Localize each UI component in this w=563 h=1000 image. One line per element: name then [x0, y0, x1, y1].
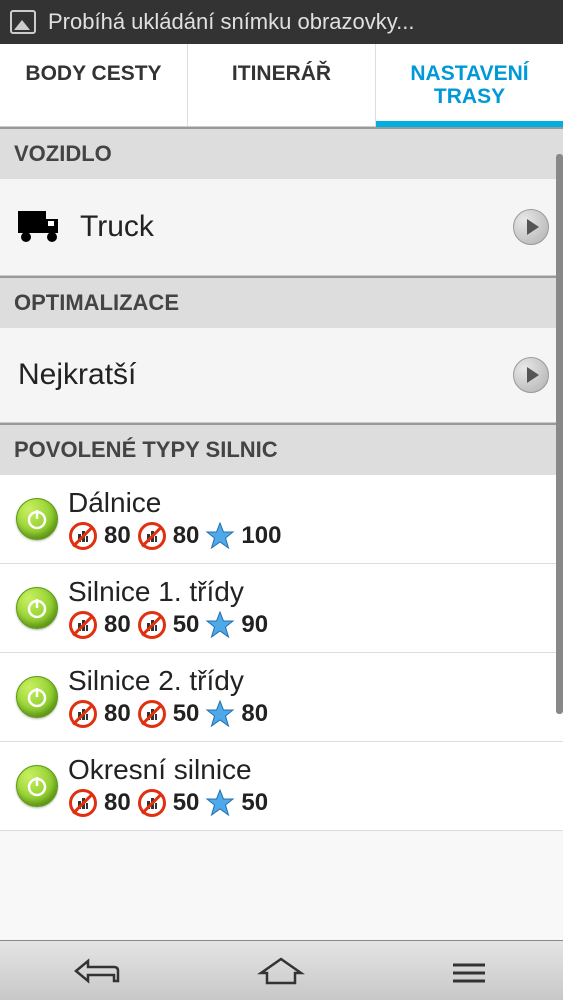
road-item-okresni[interactable]: Okresní silnice 80 50 50 — [0, 742, 563, 831]
road-name: Silnice 1. třídy — [68, 576, 545, 608]
optimization-value: Nejkratší — [18, 358, 136, 392]
road-name: Okresní silnice — [68, 754, 545, 786]
stat-star: 90 — [241, 611, 268, 639]
power-toggle-icon[interactable] — [16, 587, 58, 629]
road-name: Dálnice — [68, 487, 545, 519]
picture-icon — [10, 10, 36, 34]
road-info: Dálnice 80 80 100 — [68, 487, 545, 551]
stat-v2: 80 — [173, 522, 200, 550]
stat-v1: 80 — [104, 700, 131, 728]
stat-v1: 80 — [104, 789, 131, 817]
road-stats: 80 50 50 — [68, 788, 545, 818]
stat-v2: 50 — [173, 611, 200, 639]
back-button[interactable] — [59, 951, 129, 991]
vehicle-row[interactable]: Truck — [0, 179, 563, 276]
stat-v2: 50 — [173, 789, 200, 817]
power-toggle-icon[interactable] — [16, 676, 58, 718]
optimization-row[interactable]: Nejkratší — [0, 328, 563, 423]
menu-button[interactable] — [434, 951, 504, 991]
star-icon — [205, 699, 235, 729]
play-icon[interactable] — [513, 357, 549, 393]
stat-v1: 80 — [104, 522, 131, 550]
play-icon[interactable] — [513, 209, 549, 245]
tab-label: BODY CESTY — [25, 62, 161, 85]
road-item-silnice2[interactable]: Silnice 2. třídy 80 50 80 — [0, 653, 563, 742]
stat-star: 100 — [241, 522, 281, 550]
tab-nastaveni-trasy[interactable]: NASTAVENÍ TRASY — [375, 44, 563, 126]
stat-star: 50 — [241, 789, 268, 817]
nav-bar — [0, 940, 563, 1000]
stat-star: 80 — [241, 700, 268, 728]
road-item-dalnice[interactable]: Dálnice 80 80 100 — [0, 475, 563, 564]
power-toggle-icon[interactable] — [16, 498, 58, 540]
road-stats: 80 50 80 — [68, 699, 545, 729]
status-bar: Probíhá ukládání snímku obrazovky... — [0, 0, 563, 44]
content-area: BODY CESTY ITINERÁŘ NASTAVENÍ TRASY VOZI… — [0, 44, 563, 940]
prohibit-city-icon — [68, 788, 98, 818]
road-info: Okresní silnice 80 50 50 — [68, 754, 545, 818]
section-header-roadtypes: POVOLENÉ TYPY SILNIC — [0, 423, 563, 475]
prohibit-city-icon — [137, 788, 167, 818]
truck-icon — [18, 209, 62, 245]
road-stats: 80 80 100 — [68, 521, 545, 551]
stat-v1: 80 — [104, 611, 131, 639]
road-info: Silnice 2. třídy 80 50 80 — [68, 665, 545, 729]
vehicle-value: Truck — [80, 210, 154, 244]
power-toggle-icon[interactable] — [16, 765, 58, 807]
road-stats: 80 50 90 — [68, 610, 545, 640]
road-info: Silnice 1. třídy 80 50 90 — [68, 576, 545, 640]
home-button[interactable] — [246, 951, 316, 991]
section-header-vehicle: VOZIDLO — [0, 127, 563, 179]
tab-itinerar[interactable]: ITINERÁŘ — [187, 44, 375, 126]
prohibit-city-icon — [137, 521, 167, 551]
status-text: Probíhá ukládání snímku obrazovky... — [48, 9, 414, 35]
road-name: Silnice 2. třídy — [68, 665, 545, 697]
tab-label: ITINERÁŘ — [232, 62, 331, 85]
tabs: BODY CESTY ITINERÁŘ NASTAVENÍ TRASY — [0, 44, 563, 127]
section-header-optimization: OPTIMALIZACE — [0, 276, 563, 328]
prohibit-city-icon — [68, 521, 98, 551]
star-icon — [205, 521, 235, 551]
tab-body-cesty[interactable]: BODY CESTY — [0, 44, 187, 126]
prohibit-city-icon — [137, 610, 167, 640]
stat-v2: 50 — [173, 700, 200, 728]
star-icon — [205, 788, 235, 818]
star-icon — [205, 610, 235, 640]
road-item-silnice1[interactable]: Silnice 1. třídy 80 50 90 — [0, 564, 563, 653]
prohibit-city-icon — [68, 610, 98, 640]
prohibit-city-icon — [137, 699, 167, 729]
scroll-indicator[interactable] — [556, 154, 563, 714]
prohibit-city-icon — [68, 699, 98, 729]
tab-label: NASTAVENÍ TRASY — [410, 62, 528, 108]
